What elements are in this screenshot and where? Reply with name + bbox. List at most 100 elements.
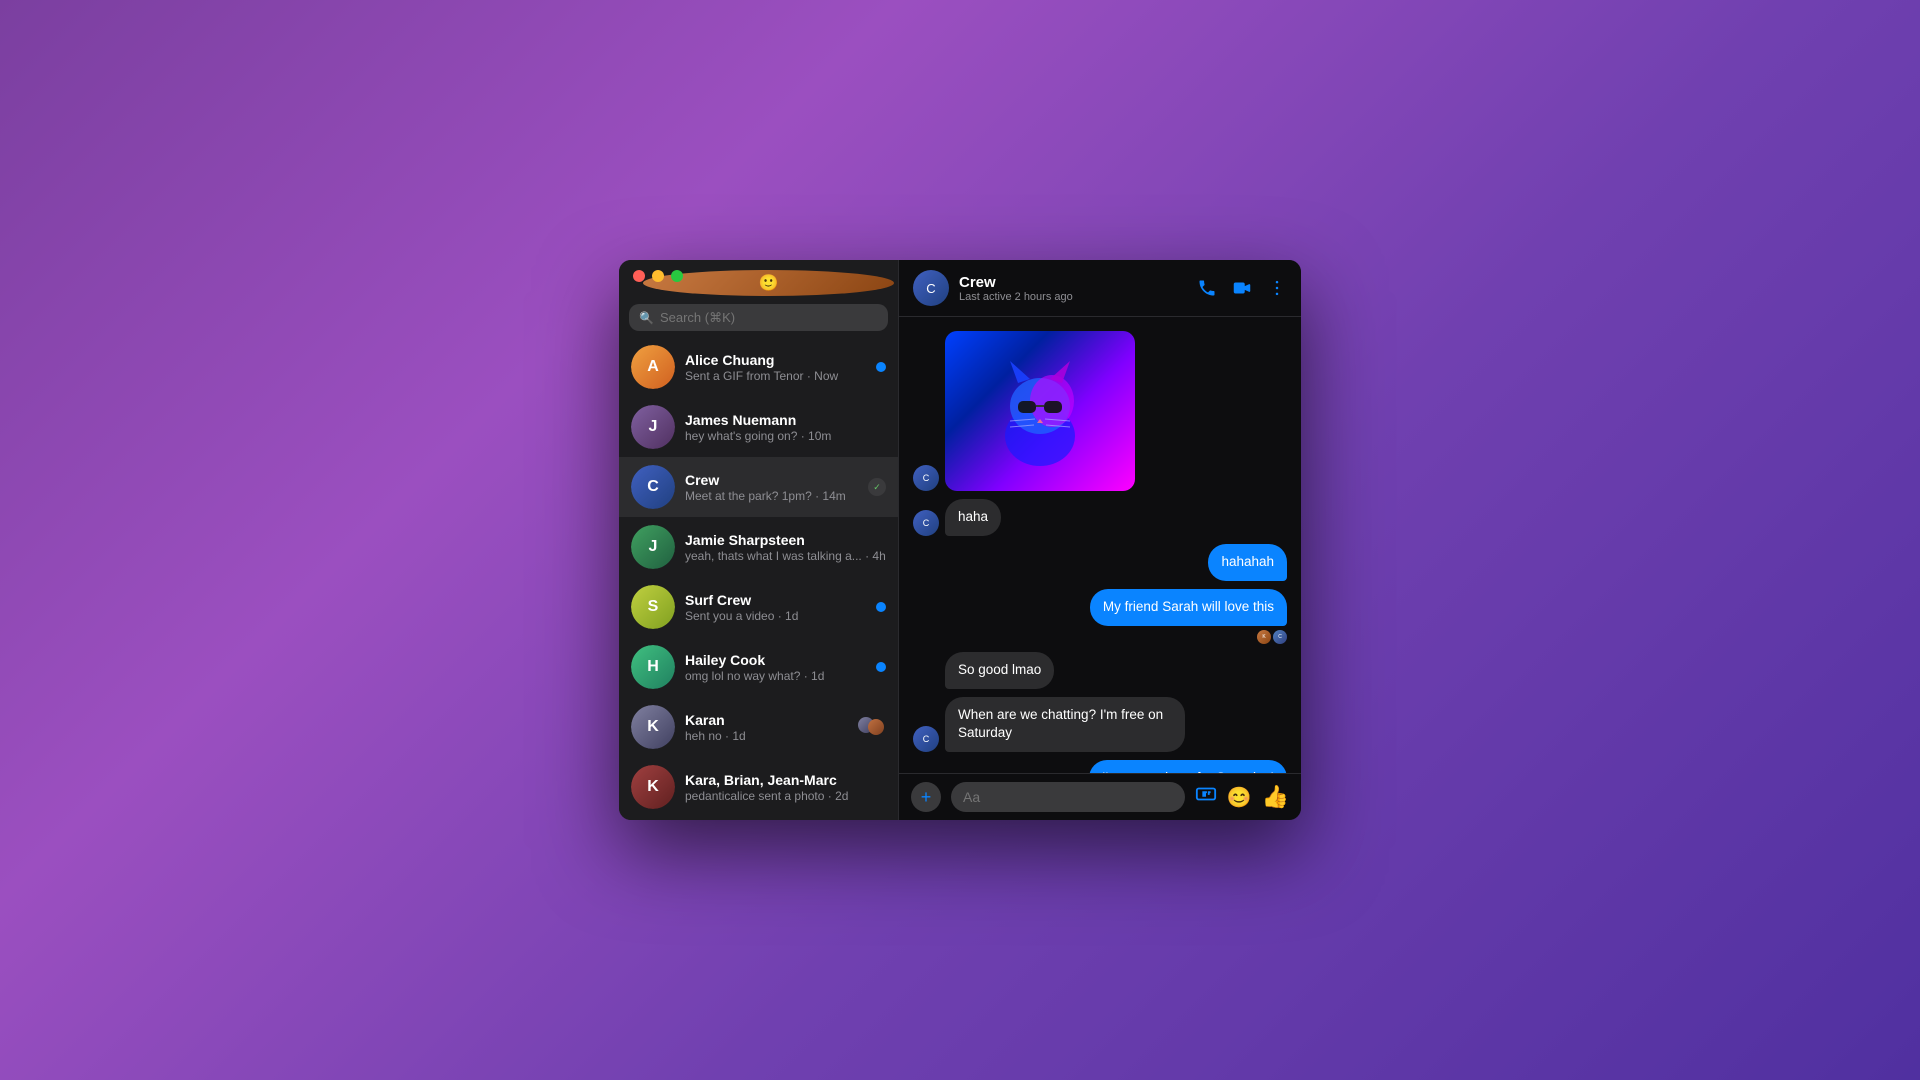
- message-bubble: So good lmao: [945, 652, 1054, 689]
- more-options-button[interactable]: [1267, 278, 1287, 298]
- avatar-image: A: [631, 345, 675, 389]
- avatar-image: H: [631, 645, 675, 689]
- conv-preview: Sent you a video · 1d: [685, 609, 866, 623]
- conv-name: Crew: [685, 472, 858, 488]
- read-receipts: K C: [913, 630, 1287, 644]
- message-bubble: I'm super down for Saturday!: [1089, 760, 1287, 773]
- receipt-avatar: C: [1273, 630, 1287, 644]
- message-input[interactable]: [951, 782, 1185, 812]
- chat-panel: C Crew Last active 2 hours ago: [899, 260, 1301, 820]
- conv-name: Alice Chuang: [685, 352, 866, 368]
- conv-info: Surf Crew Sent you a video · 1d: [685, 592, 866, 623]
- list-item[interactable]: J James Nuemann hey what's going on? · 1…: [619, 397, 898, 457]
- avatar: S: [631, 585, 675, 629]
- chat-contact-status: Last active 2 hours ago: [959, 291, 1187, 303]
- conv-preview: pedanticalice sent a photo · 2d: [685, 789, 886, 803]
- unread-indicator: [876, 662, 886, 672]
- chat-header: C Crew Last active 2 hours ago: [899, 260, 1301, 317]
- message-row: C haha: [913, 499, 1287, 536]
- messages-area: C: [899, 317, 1301, 773]
- minimize-dot[interactable]: [652, 270, 664, 282]
- conv-info: James Nuemann hey what's going on? · 10m: [685, 412, 886, 443]
- conv-name: Karan: [685, 712, 848, 728]
- conversation-list: A Alice Chuang Sent a GIF from Tenor · N…: [619, 337, 898, 820]
- list-item[interactable]: A Alice Chuang Sent a GIF from Tenor · N…: [619, 337, 898, 397]
- avatar-image: C: [631, 465, 675, 509]
- conv-info: Jamie Sharpsteen yeah, thats what I was …: [685, 532, 886, 563]
- cat-image-message: [945, 331, 1135, 491]
- emoji-button[interactable]: 😊: [1227, 785, 1252, 810]
- double-avatar: [858, 717, 886, 737]
- chat-avatar: C: [913, 270, 949, 306]
- avatar: J: [631, 525, 675, 569]
- sidebar-header: 🙂 Messenger: [619, 260, 898, 304]
- unread-indicator: [876, 362, 886, 372]
- message-row: C: [913, 331, 1287, 491]
- list-item[interactable]: S Surf Crew Sent you a video · 1d: [619, 577, 898, 637]
- message-bubble: hahahah: [1208, 544, 1287, 581]
- conv-name: Surf Crew: [685, 592, 866, 608]
- video-call-button[interactable]: [1231, 277, 1253, 299]
- conv-preview: omg lol no way what? · 1d: [685, 669, 866, 683]
- list-item[interactable]: K Kara, Brian, Jean-Marc pedanticalice s…: [619, 757, 898, 817]
- list-item[interactable]: H Hailey Cook omg lol no way what? · 1d: [619, 637, 898, 697]
- list-item[interactable]: S Susie Lee Close enough · 2d: [619, 817, 898, 820]
- conv-info: Hailey Cook omg lol no way what? · 1d: [685, 652, 866, 683]
- receipt-avatar-image: K: [1257, 630, 1271, 644]
- search-icon: 🔍: [639, 311, 654, 325]
- message-row: hahahah: [913, 544, 1287, 581]
- list-item[interactable]: K Karan heh no · 1d: [619, 697, 898, 757]
- receipt-avatar-image: C: [1273, 630, 1287, 644]
- list-item[interactable]: C Crew Meet at the park? 1pm? · 14m ✓: [619, 457, 898, 517]
- app-window: 🙂 Messenger 🔍 A: [619, 260, 1301, 820]
- conv-name: Hailey Cook: [685, 652, 866, 668]
- maximize-dot[interactable]: [671, 270, 683, 282]
- receipt-avatar: K: [1257, 630, 1271, 644]
- read-check-indicator: ✓: [868, 478, 886, 496]
- unread-indicator: [876, 602, 886, 612]
- conv-preview: Meet at the park? 1pm? · 14m: [685, 489, 858, 503]
- avatar: A: [631, 345, 675, 389]
- avatar-image: K: [631, 705, 675, 749]
- conv-preview: hey what's going on? · 10m: [685, 429, 886, 443]
- avatar-image: S: [631, 585, 675, 629]
- gif-button[interactable]: [1195, 783, 1217, 811]
- avatar: K: [631, 705, 675, 749]
- phone-call-button[interactable]: [1197, 278, 1217, 298]
- conv-info: Karan heh no · 1d: [685, 712, 848, 743]
- thumbs-up-button[interactable]: 👍: [1262, 784, 1289, 810]
- message-row: C When are we chatting? I'm free on Satu…: [913, 697, 1287, 753]
- close-dot[interactable]: [633, 270, 645, 282]
- add-attachment-button[interactable]: +: [911, 782, 941, 812]
- conv-info: Kara, Brian, Jean-Marc pedanticalice sen…: [685, 772, 886, 803]
- avatar: J: [631, 405, 675, 449]
- avatar: K: [631, 765, 675, 809]
- conv-info: Crew Meet at the park? 1pm? · 14m: [685, 472, 858, 503]
- conv-info: Alice Chuang Sent a GIF from Tenor · Now: [685, 352, 866, 383]
- message-avatar: C: [913, 510, 939, 536]
- chat-header-info: Crew Last active 2 hours ago: [959, 274, 1187, 303]
- list-item[interactable]: J Jamie Sharpsteen yeah, thats what I wa…: [619, 517, 898, 577]
- conv-name: James Nuemann: [685, 412, 886, 428]
- message-input-area: + 😊 👍: [899, 773, 1301, 820]
- message-bubble: My friend Sarah will love this: [1090, 589, 1287, 626]
- conv-name: Kara, Brian, Jean-Marc: [685, 772, 886, 788]
- chat-contact-name: Crew: [959, 274, 1187, 291]
- window-controls: [633, 270, 683, 282]
- message-row: My friend Sarah will love this: [913, 589, 1287, 626]
- message-row: So good lmao: [913, 652, 1287, 689]
- conv-preview: yeah, thats what I was talking a... · 4h: [685, 549, 886, 563]
- input-action-buttons: 😊 👍: [1195, 783, 1289, 811]
- avatar-image: J: [631, 525, 675, 569]
- avatar-image: J: [631, 405, 675, 449]
- sidebar: 🙂 Messenger 🔍 A: [619, 260, 899, 820]
- message-bubble: When are we chatting? I'm free on Saturd…: [945, 697, 1185, 753]
- search-input[interactable]: [660, 310, 878, 325]
- message-bubble: haha: [945, 499, 1001, 536]
- message-avatar: C: [913, 465, 939, 491]
- chat-header-actions: [1197, 277, 1287, 299]
- avatar: C: [631, 465, 675, 509]
- conv-preview: Sent a GIF from Tenor · Now: [685, 369, 866, 383]
- avatar: H: [631, 645, 675, 689]
- search-bar[interactable]: 🔍: [629, 304, 888, 331]
